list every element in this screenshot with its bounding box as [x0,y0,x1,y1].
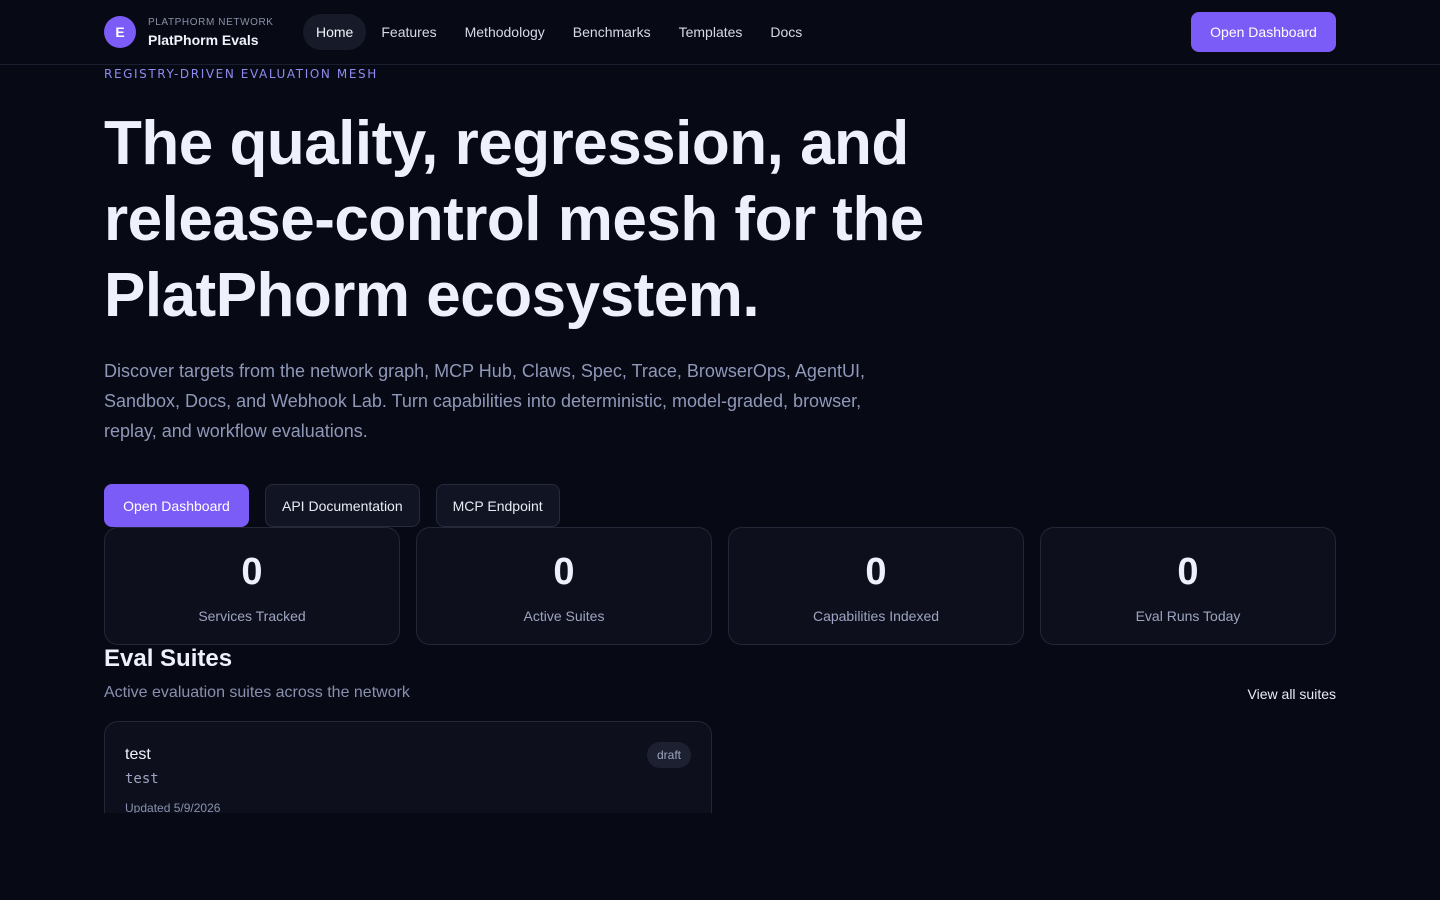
suite-name: test [125,746,151,763]
view-all-suites-link[interactable]: View all suites [1200,686,1336,702]
suite-id: test [125,771,159,787]
api-documentation-button[interactable]: API Documentation [265,484,420,527]
brand-text: PLATPHORM NETWORK PlatPhorm Evals [148,16,274,48]
brand[interactable]: E PLATPHORM NETWORK PlatPhorm Evals [104,16,274,48]
suite-card[interactable]: test test Updated 5/9/2026 draft [104,721,712,813]
stat-card-services-tracked: 0 Services Tracked [104,527,400,645]
nav-item-methodology[interactable]: Methodology [452,14,558,50]
stat-value: 0 [1177,551,1199,593]
eval-suites-subtitle: Active evaluation suites across the netw… [104,684,410,701]
stat-card-eval-runs-today: 0 Eval Runs Today [1040,527,1336,645]
status-badge: draft [646,742,691,768]
stat-value: 0 [865,551,887,593]
main-nav: Home Features Methodology Benchmarks Tem… [303,14,817,50]
stat-value: 0 [241,551,263,593]
open-dashboard-button[interactable]: Open Dashboard [104,484,249,527]
eval-suites-title: Eval Suites [104,645,233,672]
suite-list: test test Updated 5/9/2026 draft [104,721,712,813]
hero-actions: Open Dashboard API Documentation MCP End… [104,484,576,527]
stat-label: Services Tracked [198,608,306,624]
mcp-endpoint-button[interactable]: MCP Endpoint [435,484,560,527]
stat-card-active-suites: 0 Active Suites [416,527,712,645]
nav-item-features[interactable]: Features [368,14,449,50]
stats-row: 0 Services Tracked 0 Active Suites 0 Cap… [104,527,1336,645]
stat-card-capabilities-indexed: 0 Capabilities Indexed [728,527,1024,645]
stat-value: 0 [553,551,575,593]
nav-item-docs[interactable]: Docs [757,14,815,50]
hero-title: The quality, regression, and release-con… [104,109,924,330]
nav-item-home[interactable]: Home [303,14,367,50]
brand-logo-icon: E [104,16,136,48]
hero-eyebrow: REGISTRY-DRIVEN EVALUATION MESH [104,67,378,81]
open-dashboard-header-button[interactable]: Open Dashboard [1191,12,1336,52]
top-navigation-bar: E PLATPHORM NETWORK PlatPhorm Evals Home… [0,0,1440,65]
nav-item-benchmarks[interactable]: Benchmarks [560,14,664,50]
suite-updated-date: Updated 5/9/2026 [125,801,221,813]
stat-label: Capabilities Indexed [812,608,940,624]
stat-label: Active Suites [523,608,605,624]
nav-item-templates[interactable]: Templates [666,14,756,50]
brand-subtitle: PLATPHORM NETWORK [148,16,274,28]
brand-name: PlatPhorm Evals [148,31,259,48]
stat-label: Eval Runs Today [1135,608,1241,624]
hero-description: Discover targets from the network graph,… [104,361,865,441]
